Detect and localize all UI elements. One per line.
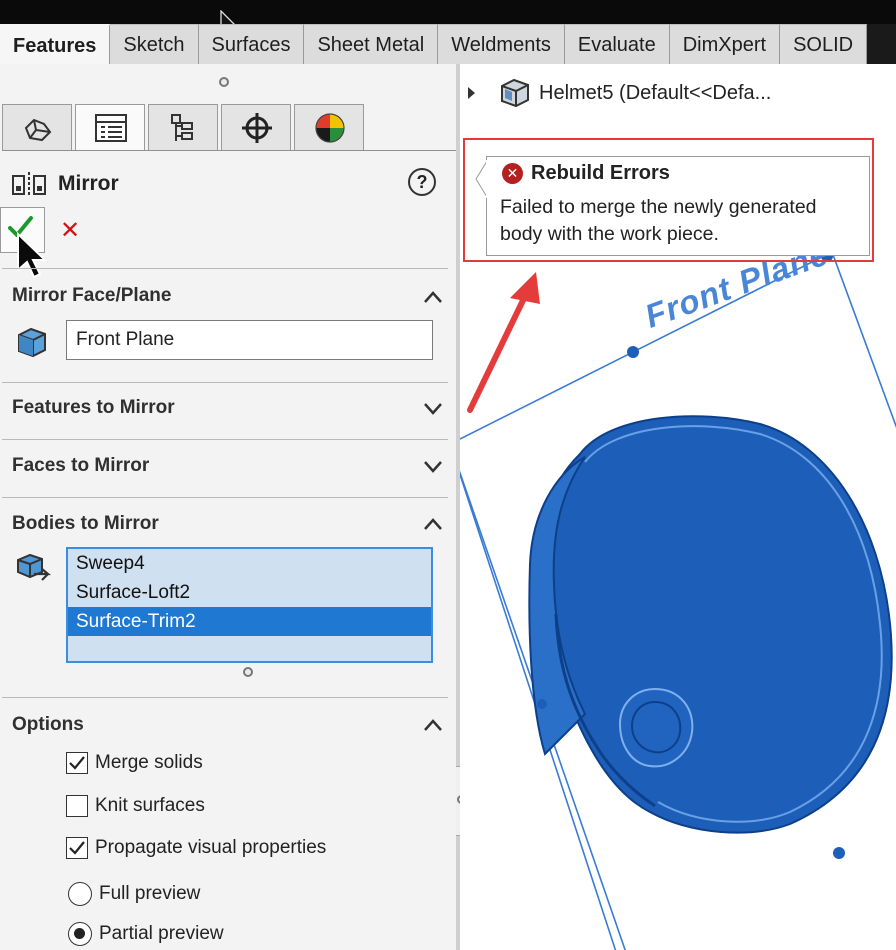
- section-divider: [2, 697, 448, 698]
- chevron-up-icon[interactable]: [422, 717, 444, 733]
- plane-handle: [833, 847, 845, 859]
- dimxpert-manager-icon: [242, 113, 272, 143]
- bodies-list[interactable]: Sweep4 Surface-Loft2 Surface-Trim2: [66, 547, 433, 663]
- property-manager-panel: Mirror ? ✕ Mirror Face/Plane Front Plane…: [0, 64, 458, 950]
- list-item-selected[interactable]: Surface-Trim2: [68, 607, 431, 636]
- section-title-features-to-mirror[interactable]: Features to Mirror: [12, 397, 175, 419]
- list-item[interactable]: Surface-Loft2: [68, 578, 431, 607]
- section-title-options: Options: [12, 714, 84, 735]
- tab-property-manager[interactable]: [75, 104, 145, 150]
- expand-arrow-icon[interactable]: [468, 87, 475, 99]
- checkbox-label: Knit surfaces: [95, 795, 205, 816]
- mirror-feature-icon: [12, 172, 46, 197]
- property-manager-header: Mirror: [10, 169, 119, 199]
- chevron-up-icon[interactable]: [422, 516, 444, 532]
- property-manager-icon: [95, 114, 127, 142]
- tab-dimxpert[interactable]: DimXpert: [669, 24, 781, 64]
- propagate-visual-properties-option[interactable]: Propagate visual properties: [66, 835, 326, 861]
- face-plane-selection-icon: [18, 327, 46, 358]
- title-bar: [0, 0, 896, 36]
- part-icon: [501, 78, 529, 108]
- cancel-button[interactable]: ✕: [60, 216, 80, 245]
- radio-label: Full preview: [99, 883, 201, 904]
- annotation-arrowhead: [510, 272, 540, 304]
- section-title-bodies-to-mirror: Bodies to Mirror: [12, 513, 159, 534]
- list-resize-handle[interactable]: [243, 667, 253, 677]
- plane-handle: [537, 699, 547, 709]
- tab-feature-manager[interactable]: [2, 104, 72, 150]
- mouse-pointer-icon: [17, 232, 48, 279]
- feature-tree-root[interactable]: Helmet5 (Default<<Defa...: [468, 77, 771, 109]
- section-divider: [2, 268, 448, 269]
- section-divider: [2, 382, 448, 383]
- configuration-manager-icon: [171, 114, 193, 141]
- knit-surfaces-option[interactable]: Knit surfaces: [66, 793, 205, 819]
- display-manager-icon: [315, 113, 345, 143]
- section-divider: [2, 497, 448, 498]
- chevron-down-icon[interactable]: [422, 400, 444, 416]
- section-title-mirror-face-plane: Mirror Face/Plane: [12, 285, 172, 306]
- tab-weldments[interactable]: Weldments: [438, 24, 565, 64]
- chevron-up-icon[interactable]: [422, 289, 444, 305]
- partial-preview-option[interactable]: Partial preview: [68, 921, 224, 947]
- checkmark-icon: [69, 756, 85, 770]
- mirror-plane-field[interactable]: Front Plane: [66, 320, 433, 360]
- section-title-faces-to-mirror[interactable]: Faces to Mirror: [12, 455, 149, 477]
- error-highlight-box: [463, 138, 874, 262]
- graphics-area[interactable]: Front Plane Helmet5 (Default<<Defa... ✕ …: [460, 64, 896, 950]
- tab-solidworks-addins[interactable]: SOLID: [780, 24, 868, 64]
- list-item[interactable]: Sweep4: [68, 549, 431, 578]
- tab-surfaces[interactable]: Surfaces: [198, 24, 305, 64]
- tab-dimxpert-manager[interactable]: [221, 104, 291, 150]
- help-button[interactable]: ?: [408, 168, 436, 196]
- tab-evaluate[interactable]: Evaluate: [564, 24, 670, 64]
- merge-solids-option[interactable]: Merge solids: [66, 750, 203, 776]
- radio-label: Partial preview: [99, 923, 224, 944]
- tabs-baseline: [2, 150, 456, 151]
- checkbox-label: Merge solids: [95, 752, 203, 773]
- propagate-visual-properties-checkbox[interactable]: [66, 837, 88, 859]
- chevron-down-icon[interactable]: [422, 458, 444, 474]
- checkbox-label: Propagate visual properties: [95, 837, 327, 858]
- partial-preview-radio[interactable]: [68, 922, 92, 946]
- manager-tabs: [2, 104, 367, 150]
- command-manager-tabs: Features Sketch Surfaces Sheet Metal Wel…: [0, 24, 896, 64]
- tab-sheet-metal[interactable]: Sheet Metal: [304, 24, 439, 64]
- plane-handle: [627, 346, 639, 358]
- ear-hole: [618, 687, 694, 768]
- tab-features[interactable]: Features: [0, 24, 111, 64]
- tab-display-manager[interactable]: [294, 104, 364, 150]
- merge-solids-checkbox[interactable]: [66, 752, 88, 774]
- annotation-arrow: [467, 287, 531, 413]
- panel-collapse-handle[interactable]: [219, 77, 229, 87]
- tab-configuration-manager[interactable]: [148, 104, 218, 150]
- section-divider: [2, 439, 448, 440]
- page-title: Mirror: [58, 172, 119, 195]
- full-preview-radio[interactable]: [68, 882, 92, 906]
- part-name: Helmet5 (Default<<Defa...: [539, 81, 772, 104]
- tab-sketch[interactable]: Sketch: [110, 24, 199, 64]
- body-selection-icon: [17, 553, 52, 581]
- feature-manager-icon: [24, 118, 52, 142]
- checkmark-icon: [69, 841, 85, 855]
- full-preview-option[interactable]: Full preview: [68, 881, 200, 907]
- knit-surfaces-checkbox[interactable]: [66, 795, 88, 817]
- helmet-shell: [538, 415, 893, 834]
